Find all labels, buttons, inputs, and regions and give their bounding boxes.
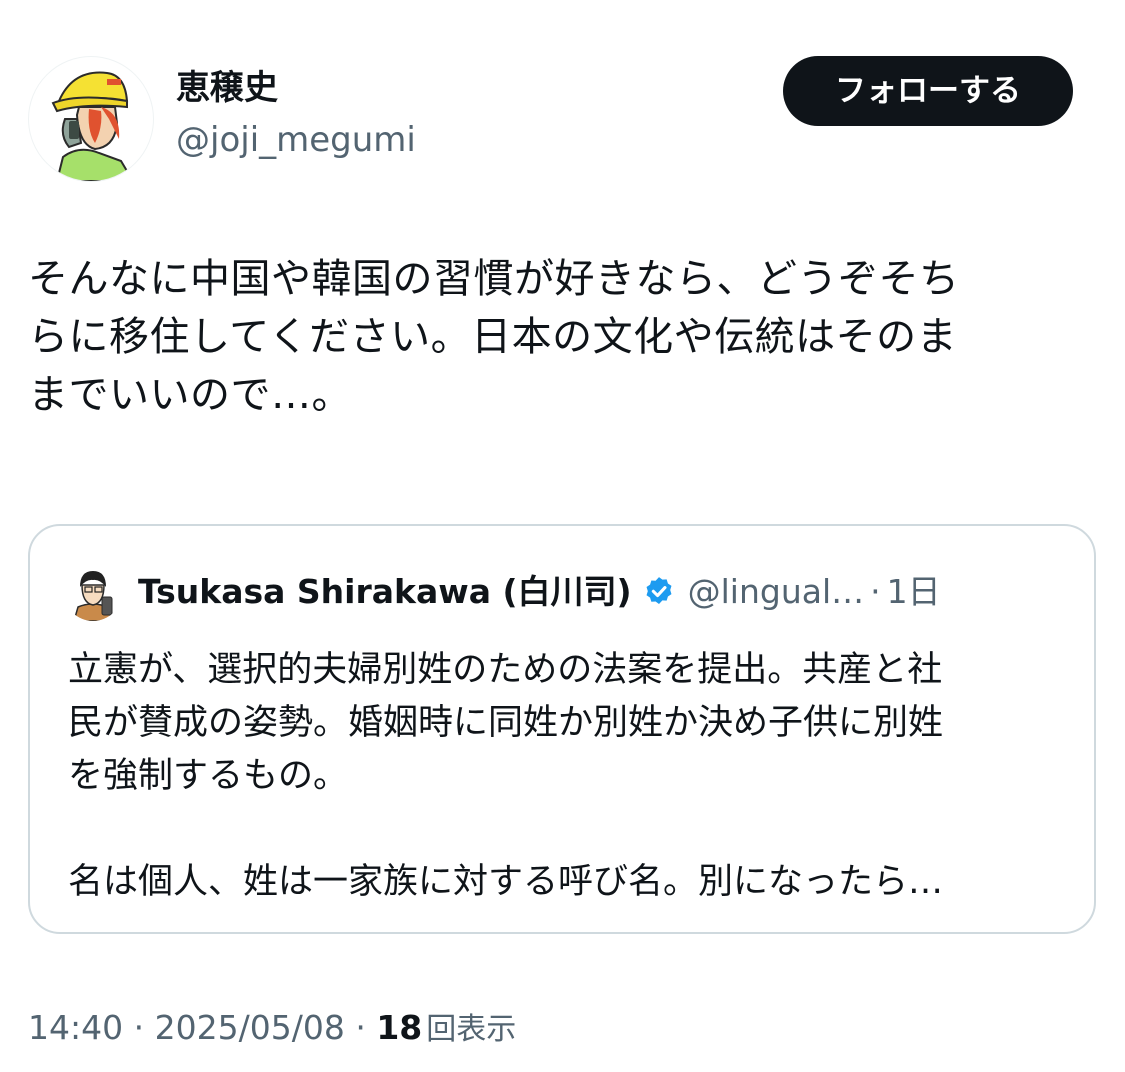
quoted-text-line: 名は個人、姓は一家族に対する呼び名。別になったら…	[68, 862, 944, 902]
quoted-text-line	[68, 803, 1068, 856]
tweet-date[interactable]: 2025/05/08	[155, 1008, 345, 1047]
dot-separator: ·	[133, 1008, 145, 1047]
tweet-meta: 14:40 · 2025/05/08 · 18 回表示	[28, 1006, 516, 1052]
cartoon-avatar-icon	[73, 571, 113, 621]
author-handle[interactable]: @joji_megumi	[176, 118, 416, 162]
quoted-text-line: 立憲が、選択的夫婦別姓のための法案を提出。共産と社	[68, 650, 943, 690]
follow-button[interactable]: フォローする	[783, 56, 1073, 126]
quoted-tweet-text: 立憲が、選択的夫婦別姓のための法案を提出。共産と社 民が賛成の姿勢。婚姻時に同姓…	[68, 644, 1068, 909]
tweet-text-line: そんなに中国や韓国の習慣が好きなら、どうぞそち	[28, 256, 960, 302]
author-avatar[interactable]	[28, 56, 154, 182]
quoted-text-line: 民が賛成の姿勢。婚姻時に同姓か別姓か決め子供に別姓	[68, 703, 944, 743]
tweet-text: そんなに中国や韓国の習慣が好きなら、どうぞそち らに移住してください。日本の文化…	[28, 250, 1088, 424]
dot-separator: ·	[870, 572, 881, 611]
quoted-text-line: を強制するもの。	[68, 756, 349, 796]
dot-separator: ·	[355, 1008, 366, 1047]
cartoon-avatar-icon	[51, 71, 135, 181]
tweet-time[interactable]: 14:40	[28, 1008, 123, 1047]
quoted-tweet-card[interactable]: Tsukasa Shirakawa (白川司) @lingual… · 1日 立…	[28, 524, 1096, 934]
tweet-text-line: らに移住してください。日本の文化や伝統はそのま	[28, 314, 958, 360]
author-display-name[interactable]: 恵穣史	[176, 66, 278, 110]
verified-badge-icon	[642, 575, 676, 609]
tweet-text-line: までいいので…。	[28, 372, 352, 418]
quoted-author-handle[interactable]: @lingual…	[688, 570, 865, 614]
quoted-tweet-header: Tsukasa Shirakawa (白川司) @lingual… · 1日	[138, 570, 941, 614]
quoted-author-avatar[interactable]	[64, 563, 122, 621]
quoted-author-name[interactable]: Tsukasa Shirakawa (白川司)	[138, 570, 632, 614]
quoted-tweet-time[interactable]: 1日	[887, 570, 941, 614]
views-label: 回表示	[426, 1012, 517, 1047]
views-count[interactable]: 18	[376, 1008, 422, 1047]
